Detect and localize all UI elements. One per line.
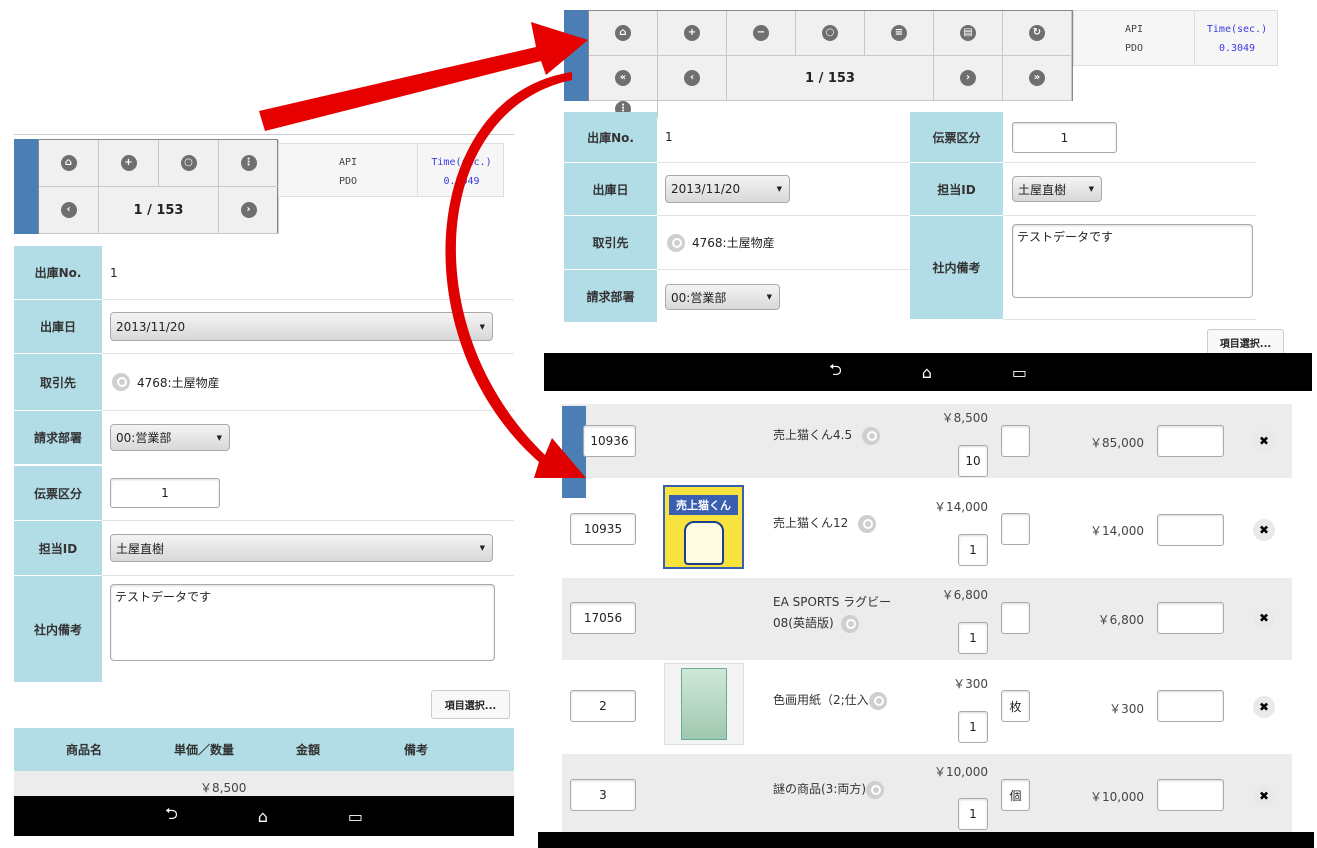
straight-arrow [259,22,588,131]
curved-arrow [445,72,586,478]
annotation-arrows [259,22,588,478]
